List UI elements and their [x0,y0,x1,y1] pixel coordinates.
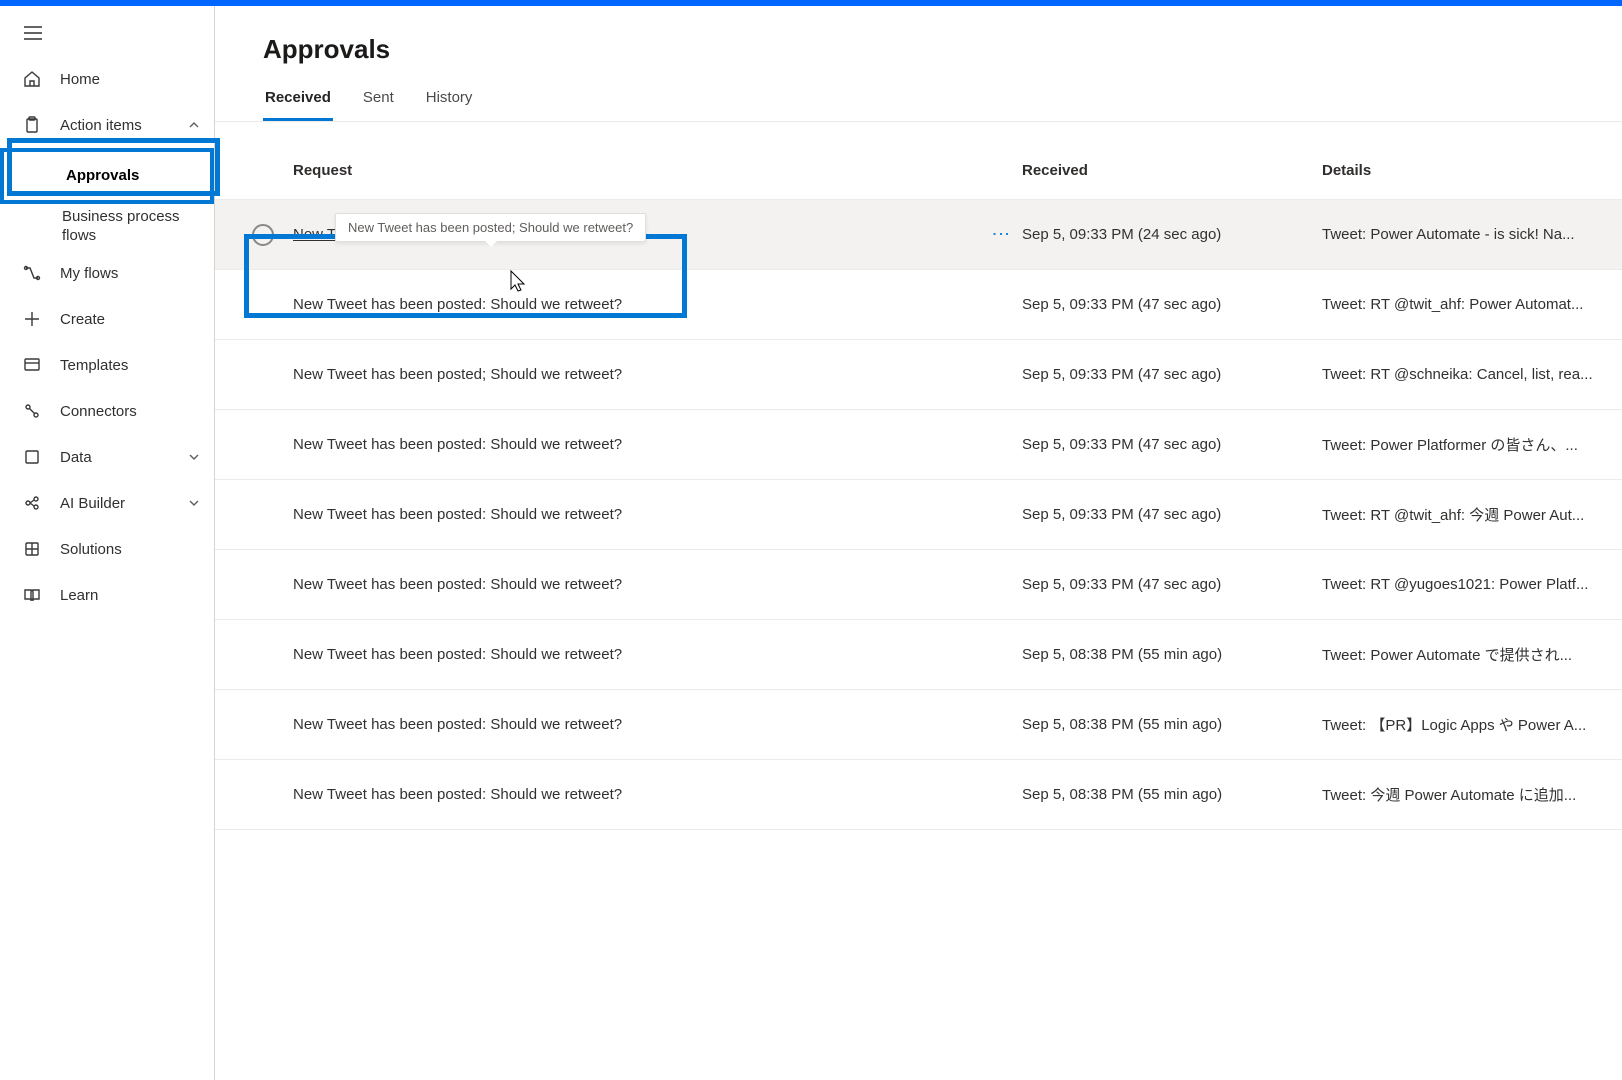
details-text: Tweet: RT @twit_ahf: 今週 Power Aut... [1322,504,1622,525]
chevron-down-icon [188,451,200,463]
details-text: Tweet: RT @yugoes1021: Power Platf... [1322,576,1622,593]
sidebar-item-connectors[interactable]: Connectors [0,388,214,434]
clipboard-icon [22,115,42,135]
templates-icon [22,355,42,375]
sidebar: Home Action items Approvals Business proces… [0,6,215,1080]
table-row[interactable]: New Tweet has been posted: Should we ret… [215,480,1622,550]
main-region: Approvals Received Sent History Request Re… [215,6,1622,1080]
sidebar-item-label: Create [60,311,105,328]
sidebar-item-approvals[interactable]: Approvals [0,148,214,204]
sidebar-item-label: Approvals [66,167,139,186]
page-title: Approvals [215,34,1622,81]
sidebar-item-label: Connectors [60,403,137,420]
table-row[interactable]: New Tweet has been posted: Should we ret… [215,690,1622,760]
details-text: Tweet: 【PR】Logic Apps や Power A... [1322,714,1622,735]
ai-icon [22,493,42,513]
sidebar-item-label: Data [60,449,92,466]
sidebar-item-ai-builder[interactable]: AI Builder [0,480,214,526]
sidebar-item-data[interactable]: Data [0,434,214,480]
received-time: Sep 5, 09:33 PM (47 sec ago) [1022,576,1322,593]
received-time: Sep 5, 08:38 PM (55 min ago) [1022,786,1322,803]
received-time: Sep 5, 08:38 PM (55 min ago) [1022,646,1322,663]
request-title[interactable]: New Tweet has been posted: Should we ret… [293,296,622,313]
sidebar-item-create[interactable]: Create [0,296,214,342]
sidebar-item-home[interactable]: Home [0,56,214,102]
learn-icon [22,585,42,605]
tab-sent[interactable]: Sent [361,81,396,121]
plus-icon [22,309,42,329]
flow-icon [22,263,42,283]
request-title[interactable]: New Tweet has been posted: Should we ret… [293,436,622,453]
sidebar-item-label: AI Builder [60,495,125,512]
table-row[interactable]: New Tweet has been posted: Should we ret… [215,550,1622,620]
sidebar-item-label: Learn [60,587,98,604]
sidebar-item-label: Templates [60,357,128,374]
col-request[interactable]: Request [293,162,1022,179]
request-title[interactable]: New Tweet has been posted: Should we ret… [293,646,622,663]
details-text: Tweet: Power Platformer の皆さん、... [1322,434,1622,455]
sidebar-item-learn[interactable]: Learn [0,572,214,618]
sidebar-item-action-items[interactable]: Action items [0,102,214,148]
tab-received[interactable]: Received [263,81,333,121]
col-details[interactable]: Details [1322,162,1622,179]
request-title[interactable]: New Tweet has been posted: Should we ret… [293,716,622,733]
sidebar-item-my-flows[interactable]: My flows [0,250,214,296]
sidebar-item-templates[interactable]: Templates [0,342,214,388]
sidebar-item-label: Solutions [60,541,122,558]
hamburger-button[interactable] [0,18,214,56]
sidebar-item-bpf[interactable]: Business process flows [0,204,214,250]
received-time: Sep 5, 09:33 PM (47 sec ago) [1022,506,1322,523]
details-text: Tweet: Power Automate で提供され... [1322,644,1622,665]
more-actions-button[interactable]: ⋮ [990,225,1012,245]
data-icon [22,447,42,467]
details-text: Tweet: RT @schneika: Cancel, list, rea..… [1322,366,1622,383]
chevron-up-icon [188,119,200,131]
sidebar-item-solutions[interactable]: Solutions [0,526,214,572]
sidebar-item-label: My flows [60,265,118,282]
received-time: Sep 5, 09:33 PM (47 sec ago) [1022,436,1322,453]
sidebar-item-label: Action items [60,117,142,134]
sidebar-item-label: Home [60,71,100,88]
hamburger-icon [24,26,42,40]
tooltip: New Tweet has been posted; Should we ret… [335,213,646,242]
table-wrapper[interactable]: Request Received Details New Tweet has b… [215,122,1622,1080]
select-radio[interactable] [252,224,274,246]
connectors-icon [22,401,42,421]
request-title[interactable]: New Tweet has been posted: Should we ret… [293,786,622,803]
col-received[interactable]: Received [1022,162,1322,179]
table-row[interactable]: New Tweet has been posted: Should we ret… [215,760,1622,830]
home-icon [22,69,42,89]
request-title[interactable]: New Tweet has been posted; Should we ret… [293,366,622,383]
table-row[interactable]: New Tweet has been posted: Should we ret… [215,410,1622,480]
received-time: Sep 5, 09:33 PM (47 sec ago) [1022,296,1322,313]
request-title[interactable]: New Tweet has been posted: Should we ret… [293,506,622,523]
received-time: Sep 5, 08:38 PM (55 min ago) [1022,716,1322,733]
received-time: Sep 5, 09:33 PM (47 sec ago) [1022,366,1322,383]
solutions-icon [22,539,42,559]
chevron-down-icon [188,497,200,509]
table-row[interactable]: New Tweet has been posted: Should we ret… [215,270,1622,340]
tab-history[interactable]: History [424,81,475,121]
details-text: Tweet: 今週 Power Automate に追加... [1322,784,1622,805]
table-header: Request Received Details [215,142,1622,200]
details-text: Tweet: RT @twit_ahf: Power Automat... [1322,296,1622,313]
details-text: Tweet: Power Automate - is sick! Na... [1322,226,1622,243]
request-title[interactable]: New Tweet has been posted: Should we ret… [293,576,622,593]
received-time: Sep 5, 09:33 PM (24 sec ago) [1022,226,1322,243]
table-row[interactable]: New Tweet has been posted: Should we ret… [215,620,1622,690]
sidebar-item-label: Business process flows [62,208,200,246]
tabs: Received Sent History [215,81,1622,122]
table-row[interactable]: New Tweet has been posted; Should we ret… [215,340,1622,410]
